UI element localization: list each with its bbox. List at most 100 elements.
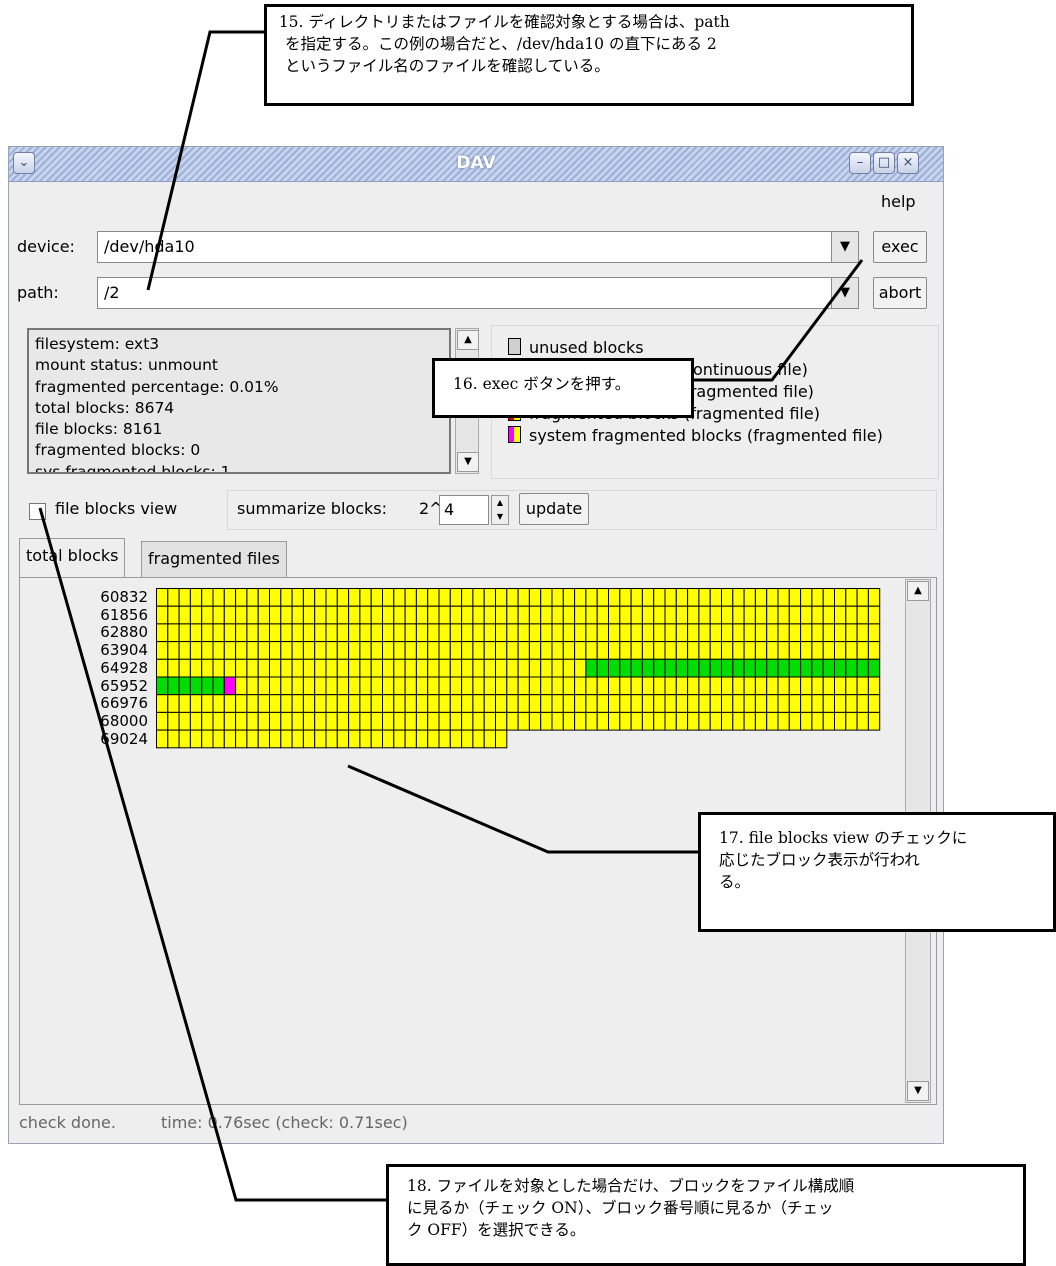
block-cell	[517, 588, 530, 607]
block-cell	[280, 588, 293, 607]
block-cell	[269, 676, 282, 696]
block-cell	[800, 641, 813, 660]
device-dropdown-chevron-icon[interactable]: ▼	[831, 231, 859, 263]
block-cell	[167, 676, 180, 696]
tab-total-blocks[interactable]: total blocks	[19, 538, 126, 578]
block-cell	[302, 605, 316, 625]
block-cell	[449, 588, 463, 607]
block-cell	[687, 623, 700, 643]
block-cell	[630, 676, 643, 696]
block-cell	[201, 605, 214, 625]
block-cell	[212, 605, 225, 625]
block-cell	[845, 588, 858, 607]
block-cell	[517, 605, 530, 625]
help-menu[interactable]: help	[881, 192, 916, 211]
block-cell	[156, 605, 169, 625]
callout-text: 応じたブロック表示が行われ	[719, 851, 920, 869]
block-cell	[709, 623, 723, 643]
block-cell	[235, 605, 248, 625]
block-cell	[427, 658, 440, 678]
block-cell	[438, 588, 451, 607]
block-cell	[178, 711, 191, 731]
block-cell	[506, 641, 519, 660]
block-cell	[404, 588, 417, 607]
file-blocks-view-checkbox[interactable]	[29, 503, 46, 520]
scroll-up-icon[interactable]: ▲	[457, 330, 479, 350]
block-cell	[495, 694, 508, 713]
block-cell	[822, 658, 836, 678]
block-cell	[517, 694, 530, 713]
block-cell	[867, 588, 881, 607]
callout-18: 18. ファイルを対象とした場合だけ、ブロックをファイル構成順 に見るか（チェッ…	[386, 1164, 1026, 1266]
block-cell	[732, 641, 745, 660]
path-field[interactable]: /2	[97, 277, 835, 309]
tab-fragmented-files[interactable]: fragmented files	[141, 541, 287, 577]
block-cell	[664, 676, 677, 696]
block-cell	[348, 658, 361, 678]
block-cell	[811, 711, 824, 731]
abort-button[interactable]: abort	[873, 277, 927, 309]
scroll-down-icon[interactable]: ▼	[907, 1081, 929, 1101]
block-cell	[574, 623, 587, 643]
device-field[interactable]: /dev/hda10	[97, 231, 835, 263]
summarize-spinner-field[interactable]: 4	[439, 495, 489, 525]
path-dropdown-chevron-icon[interactable]: ▼	[831, 277, 859, 309]
spinner-arrows-icon[interactable]: ▲ ▼	[491, 495, 509, 525]
block-cell	[619, 623, 632, 643]
block-cell	[528, 676, 542, 696]
block-cell	[664, 711, 677, 731]
block-cell	[269, 588, 282, 607]
block-cell	[212, 588, 225, 607]
block-cell	[777, 676, 790, 696]
block-cell	[811, 605, 824, 625]
block-cell	[608, 605, 621, 625]
block-cell	[302, 729, 316, 749]
block-cell	[540, 588, 553, 607]
block-cell	[664, 623, 677, 643]
app-window: ⌄ DAV – □ × help device: /dev/hda10 ▼ ex…	[8, 146, 944, 1144]
block-cell	[302, 676, 316, 696]
update-button[interactable]: update	[519, 493, 589, 525]
block-cell	[551, 711, 564, 731]
block-cell	[834, 623, 847, 643]
block-cell	[698, 676, 711, 696]
legend-label: unused blocks	[529, 338, 644, 357]
block-cell	[777, 658, 790, 678]
block-cell	[811, 676, 824, 696]
scroll-up-icon[interactable]: ▲	[907, 581, 929, 601]
info-line: filesystem: ext3	[35, 335, 160, 353]
block-cell	[257, 711, 270, 731]
block-cell	[495, 641, 508, 660]
block-row-label: 68000	[100, 711, 148, 730]
block-cell	[675, 605, 689, 625]
block-cell	[596, 676, 610, 696]
block-cell	[506, 676, 519, 696]
block-cell	[325, 711, 338, 731]
block-cell	[811, 658, 824, 678]
block-cell	[246, 711, 259, 731]
block-cell	[754, 676, 768, 696]
block-cell	[845, 694, 858, 713]
block-cell	[619, 694, 632, 713]
block-cell	[461, 676, 474, 696]
block-cell	[427, 711, 440, 731]
block-row-label: 65952	[100, 676, 148, 695]
close-icon[interactable]: ×	[897, 152, 919, 174]
block-cell	[630, 694, 643, 713]
block-cell	[585, 588, 598, 607]
block-cell	[483, 658, 497, 678]
minimize-icon[interactable]: –	[849, 152, 871, 174]
scroll-down-icon[interactable]: ▼	[457, 452, 479, 472]
block-cell	[653, 641, 666, 660]
block-cell	[438, 676, 451, 696]
callout-text: 17. file blocks view のチェックに	[719, 829, 968, 847]
maximize-icon[interactable]: □	[873, 152, 895, 174]
block-cell	[709, 605, 723, 625]
block-row-label: 63904	[100, 641, 148, 660]
block-cell	[415, 623, 429, 643]
block-cell	[517, 623, 530, 643]
block-cell	[449, 623, 463, 643]
block-cell	[856, 711, 869, 731]
block-cell	[212, 658, 225, 678]
exec-button[interactable]: exec	[873, 231, 927, 263]
